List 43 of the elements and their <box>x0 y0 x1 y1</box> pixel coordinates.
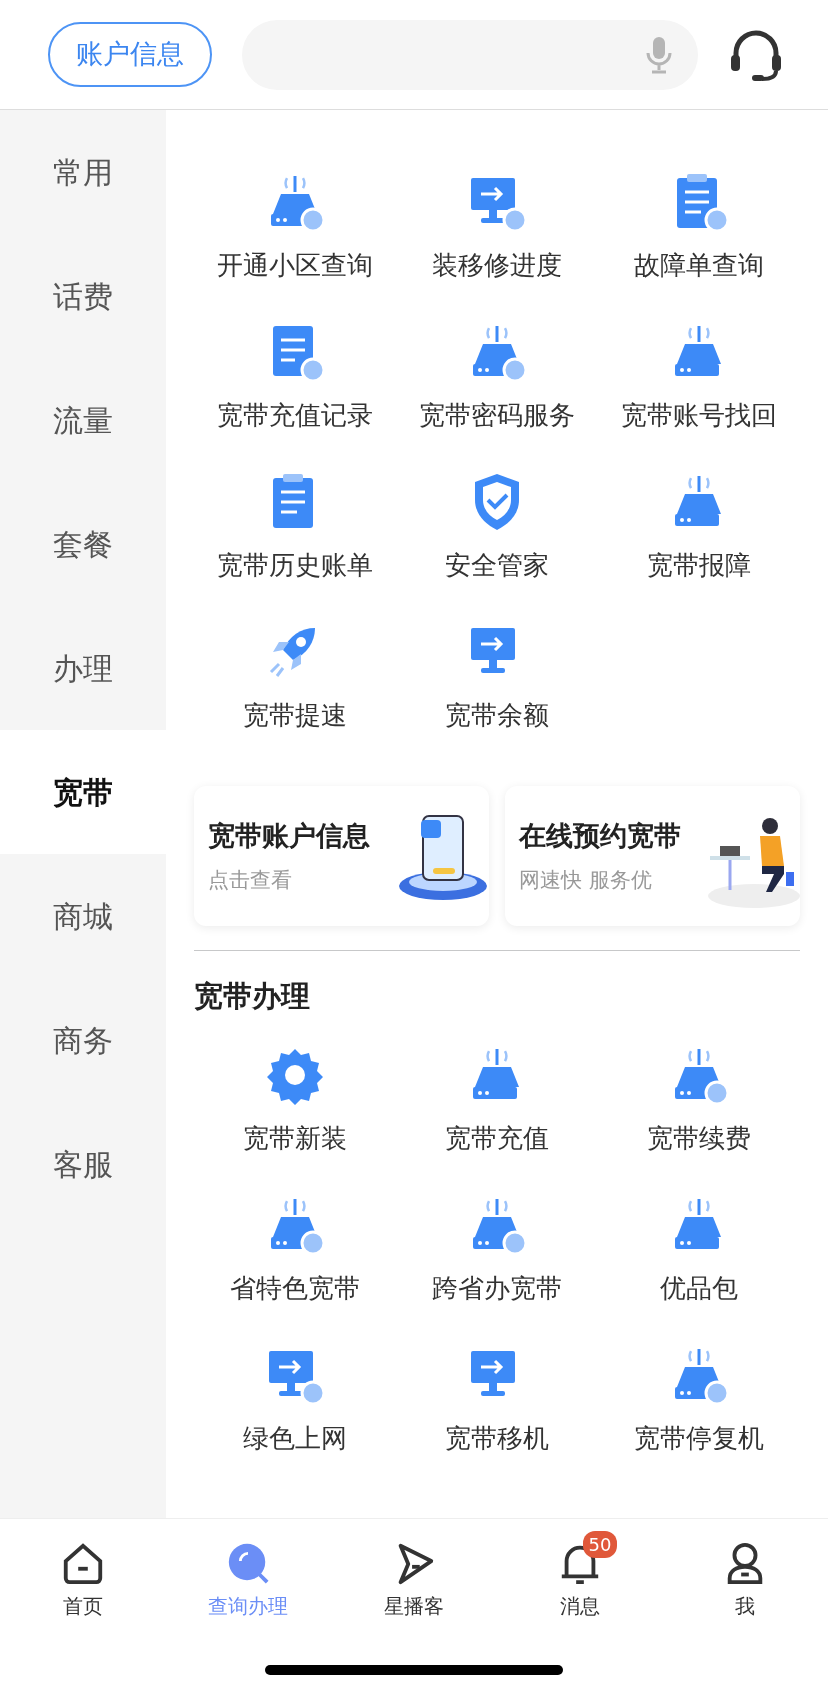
tab-bar-item[interactable]: 星播客 <box>331 1525 497 1621</box>
count-badge: 50 <box>582 1531 618 1558</box>
service-item[interactable]: 装移修进度 <box>396 170 598 320</box>
sidebar-item[interactable]: 商务 <box>0 978 166 1102</box>
sidebar-item[interactable]: 办理 <box>0 606 166 730</box>
sidebar-item[interactable]: 流量 <box>0 358 166 482</box>
service-item[interactable]: 跨省办宽带 <box>396 1192 598 1343</box>
service-item[interactable]: 宽带停复机 <box>598 1342 800 1493</box>
account-info-button[interactable]: 账户信息 <box>48 22 212 87</box>
sidebar-item[interactable]: 常用 <box>0 110 166 234</box>
service-item[interactable]: 故障单查询 <box>598 170 800 320</box>
card-subtitle: 网速快 服务优 <box>519 866 653 894</box>
service-item[interactable]: 宽带余额 <box>396 620 598 770</box>
card-title: 宽带账户信息 <box>208 819 371 853</box>
service-item[interactable]: 宽带账号找回 <box>598 320 800 470</box>
service-item[interactable]: 安全管家 <box>396 470 598 620</box>
service-item[interactable]: 宽带续费 <box>598 1042 800 1193</box>
card-title: 在线预约宽带 <box>519 819 682 853</box>
service-item[interactable]: 宽带报障 <box>598 470 800 620</box>
sidebar-item[interactable]: 商城 <box>0 854 166 978</box>
sidebar-item[interactable]: 套餐 <box>0 482 166 606</box>
tab-bar-item[interactable]: 我 <box>662 1525 828 1621</box>
microphone-icon[interactable] <box>644 34 674 75</box>
promo-card[interactable]: 在线预约宽带 网速快 服务优 <box>505 786 800 926</box>
sidebar-item[interactable]: 客服 <box>0 1102 166 1226</box>
service-item[interactable]: 省特色宽带 <box>194 1192 396 1343</box>
service-item[interactable]: 宽带提速 <box>194 620 396 770</box>
service-item[interactable]: 宽带充值 <box>396 1042 598 1193</box>
sidebar-item[interactable]: 宽带 <box>0 730 166 854</box>
service-item[interactable]: 宽带充值记录 <box>194 320 396 470</box>
service-item[interactable]: 宽带历史账单 <box>194 470 396 620</box>
sidebar-item[interactable]: 话费 <box>0 234 166 358</box>
service-item[interactable]: 宽带移机 <box>396 1342 598 1493</box>
service-item[interactable]: 宽带新装 <box>194 1042 396 1193</box>
card-subtitle: 点击查看 <box>208 866 293 894</box>
service-item[interactable]: 宽带密码服务 <box>396 320 598 470</box>
service-item[interactable]: 开通小区查询 <box>194 170 396 320</box>
promo-card[interactable]: 宽带账户信息 点击查看 <box>194 786 489 926</box>
service-item[interactable]: 绿色上网 <box>194 1342 396 1493</box>
service-item[interactable]: 优品包 <box>598 1192 800 1343</box>
tab-bar-item[interactable]: 50 消息 <box>496 1525 663 1621</box>
section-title: 宽带办理 <box>194 978 311 1015</box>
tab-bar-item[interactable]: 首页 <box>0 1525 166 1621</box>
